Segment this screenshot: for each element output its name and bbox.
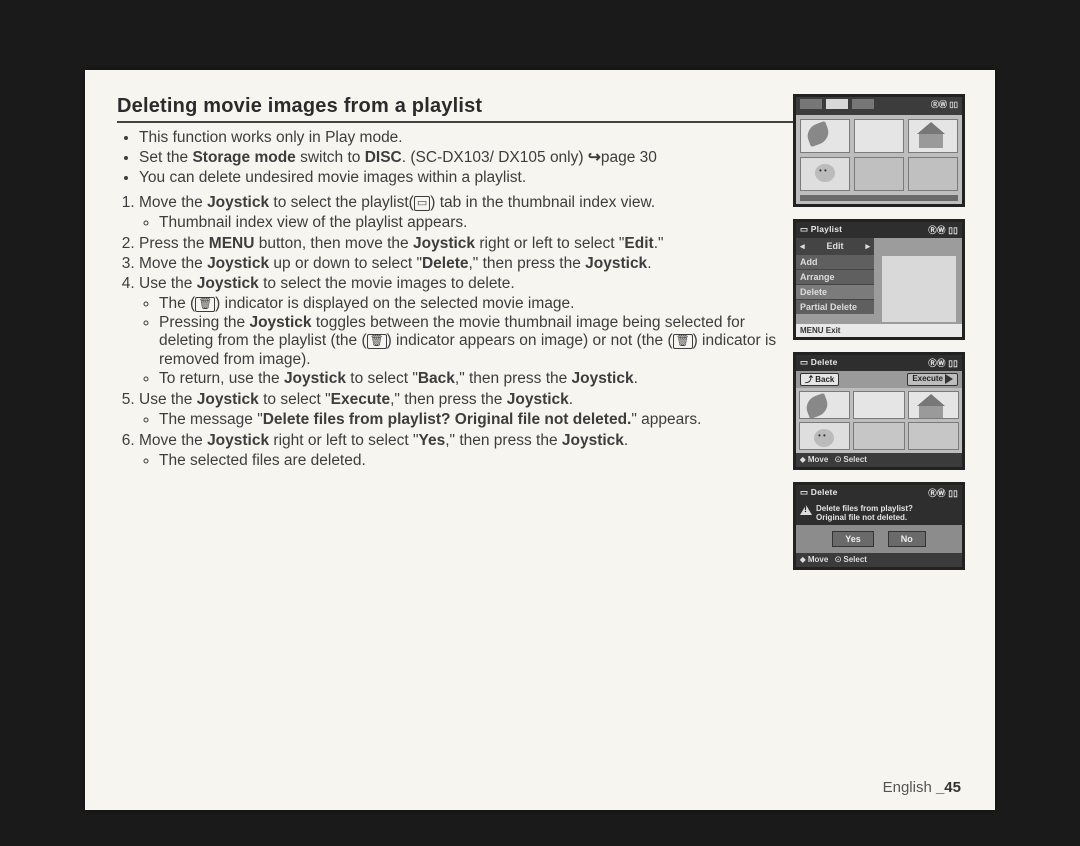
thumbnail — [800, 157, 850, 191]
back-chip: ⤴ Back — [800, 373, 839, 386]
warning-message: Delete files from playlist? Original fil… — [796, 501, 962, 525]
thumbnail — [854, 119, 904, 153]
lcd-screen-delete-select: ▭ Delete ⓇⓌ ▯▯ ⤴ Back Execute ⬥ Move ⊙ S… — [793, 352, 965, 470]
thumbnail — [853, 391, 904, 419]
title-bar: ▭ Delete ⓇⓌ ▯▯ — [796, 485, 962, 501]
play-icon — [945, 374, 953, 384]
step-text: Use the Joystick to select "Execute," th… — [139, 391, 573, 408]
menu-body: ◂Edit▸ Add Arrange Delete Partial Delete — [796, 238, 962, 324]
foot-move: ⬥ Move — [800, 555, 828, 564]
thumbnail — [908, 119, 958, 153]
menu-item-add: Add — [796, 254, 874, 269]
thumbnail-empty — [908, 157, 958, 191]
intro-item: This function works only in Play mode. — [139, 129, 797, 148]
thumbnail-empty — [854, 157, 904, 191]
screenshot-column: ⓇⓌ ▯▯ ▭ Playlist ⓇⓌ ▯▯ ◂Edit▸ — [793, 94, 965, 570]
tab-icon — [800, 99, 822, 109]
action-row: ⤴ Back Execute — [796, 371, 962, 388]
tab-icon — [826, 99, 848, 109]
menu-item-arrange: Arrange — [796, 269, 874, 284]
title-right: ⓇⓌ ▯▯ — [928, 224, 958, 236]
intro-bullets: This function works only in Play mode. S… — [117, 129, 797, 188]
substep: The selected files are deleted. — [159, 452, 797, 471]
title-left: ▭ Delete — [800, 487, 838, 499]
substep: The (🗑) indicator is displayed on the se… — [159, 295, 797, 314]
title-right: ⓇⓌ ▯▯ — [928, 357, 958, 369]
yes-button: Yes — [832, 531, 874, 547]
step-6: Move the Joystick right or left to selec… — [139, 432, 797, 471]
lcd-screen-confirm: ▭ Delete ⓇⓌ ▯▯ Delete files from playlis… — [793, 482, 965, 570]
lcd-screen-thumbnails: ⓇⓌ ▯▯ — [793, 94, 965, 207]
step-2: Press the MENU button, then move the Joy… — [139, 235, 797, 254]
menu-item-delete: Delete — [796, 284, 874, 299]
thumbnail — [799, 391, 850, 419]
warn-line-1: Delete files from playlist? — [816, 504, 913, 513]
intro-item: You can delete undesired movie images wi… — [139, 169, 797, 188]
step-list: Move the Joystick to select the playlist… — [117, 194, 797, 471]
thumbnail — [800, 119, 850, 153]
no-button: No — [888, 531, 926, 547]
thumbnail — [799, 422, 850, 450]
footer-lang: English — [883, 779, 936, 796]
warn-line-2: Original file not deleted. — [816, 513, 913, 522]
thumbnail — [908, 391, 959, 419]
thumbnail-grid — [796, 115, 962, 195]
warning-icon — [800, 505, 812, 515]
step-5: Use the Joystick to select "Execute," th… — [139, 391, 797, 430]
substep: To return, use the Joystick to select "B… — [159, 370, 797, 389]
menu-footer: MENU Exit — [796, 324, 962, 337]
section-heading: Deleting movie images from a playlist — [117, 94, 797, 123]
thumbnail-empty — [853, 422, 904, 450]
footer-bar: ⬥ Move ⊙ Select — [796, 453, 962, 467]
button-row: Yes No — [796, 525, 962, 553]
menu-item-partial-delete: Partial Delete — [796, 299, 874, 314]
text-column: Deleting movie images from a playlist Th… — [117, 94, 797, 473]
scrollbar — [800, 195, 958, 201]
intro-item: Set the Storage mode switch to DISC. (SC… — [139, 149, 797, 168]
title-left: ▭ Playlist — [800, 224, 842, 236]
page-footer: English _45 — [883, 779, 961, 796]
step-1: Move the Joystick to select the playlist… — [139, 194, 797, 233]
title-bar: ▭ Delete ⓇⓌ ▯▯ — [796, 355, 962, 371]
step-text: Move the Joystick to select the playlist… — [139, 194, 655, 211]
thumbnail-grid — [796, 388, 962, 453]
execute-chip: Execute — [907, 373, 958, 386]
thumbnail-empty — [908, 422, 959, 450]
title-bar: ▭ Playlist ⓇⓌ ▯▯ — [796, 222, 962, 238]
foot-select: ⊙ Select — [835, 455, 867, 464]
step-text: Move the Joystick right or left to selec… — [139, 432, 628, 449]
manual-page: Deleting movie images from a playlist Th… — [85, 70, 995, 810]
foot-move: ⬥ Move — [800, 455, 828, 464]
badge: ⓇⓌ ▯▯ — [931, 99, 958, 113]
step-3: Move the Joystick up or down to select "… — [139, 255, 797, 274]
lcd-screen-edit-menu: ▭ Playlist ⓇⓌ ▯▯ ◂Edit▸ Add Arrange Dele… — [793, 219, 965, 340]
footer-bar: ⬥ Move ⊙ Select — [796, 553, 962, 567]
menu-tab: ◂Edit▸ — [796, 238, 874, 254]
substep: Thumbnail index view of the playlist app… — [159, 214, 797, 233]
foot-select: ⊙ Select — [835, 555, 867, 564]
substep: Pressing the Joystick toggles between th… — [159, 314, 797, 371]
footer-page-number: _45 — [936, 779, 961, 796]
substep: The message "Delete files from playlist?… — [159, 411, 797, 430]
step-4: Use the Joystick to select the movie ima… — [139, 275, 797, 389]
title-right: ⓇⓌ ▯▯ — [928, 487, 958, 499]
preview-pane — [882, 256, 956, 322]
tab-icon — [852, 99, 874, 109]
step-text: Use the Joystick to select the movie ima… — [139, 275, 515, 292]
title-left: ▭ Delete — [800, 357, 838, 369]
tab-bar: ⓇⓌ ▯▯ — [796, 97, 962, 115]
